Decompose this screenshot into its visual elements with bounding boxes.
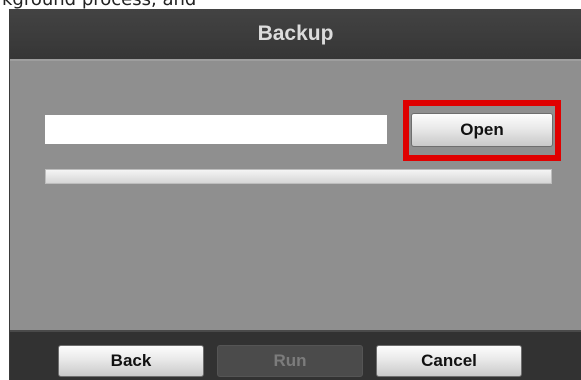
caption-text-fragment: kground process, and <box>0 0 581 9</box>
backup-progress-bar <box>45 169 552 184</box>
backup-path-input[interactable] <box>45 115 387 144</box>
dialog-titlebar: Backup <box>10 9 581 59</box>
dialog-title: Backup <box>257 22 334 45</box>
caption-text: kground process, and <box>2 0 196 9</box>
dialog-footer: Back Run Cancel <box>10 330 581 380</box>
cancel-button[interactable]: Cancel <box>376 345 522 377</box>
backup-dialog: Backup Open Back Run Cancel <box>9 9 581 380</box>
open-button[interactable]: Open <box>411 113 553 147</box>
back-button[interactable]: Back <box>58 345 204 377</box>
run-button[interactable]: Run <box>217 345 363 377</box>
titlebar-divider <box>10 59 581 61</box>
